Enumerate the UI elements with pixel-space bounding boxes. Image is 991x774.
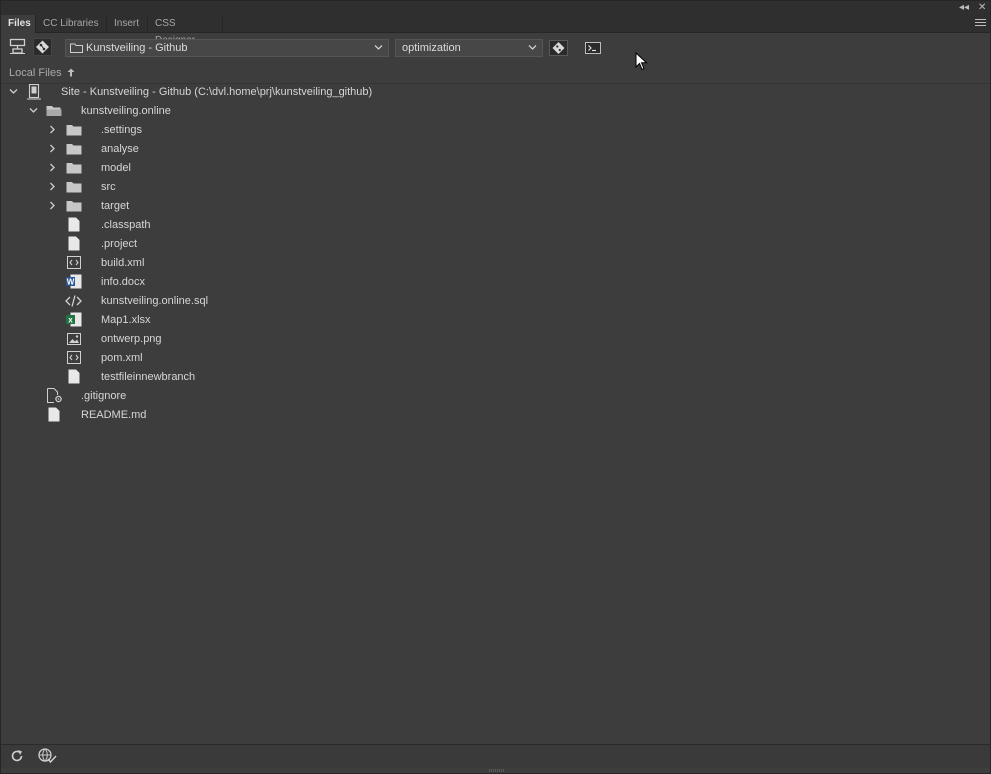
globe-check-icon[interactable] bbox=[38, 748, 57, 764]
local-files-header[interactable]: Local Files bbox=[1, 63, 990, 84]
tree-row-file[interactable]: .classpath bbox=[1, 216, 990, 235]
connect-remote-icon[interactable] bbox=[9, 38, 26, 55]
branch-select[interactable]: optimization bbox=[395, 39, 543, 57]
local-files-label: Local Files bbox=[9, 67, 62, 79]
folder-icon bbox=[66, 163, 82, 174]
git-icon bbox=[552, 42, 565, 54]
folder-label: analyse bbox=[101, 143, 139, 155]
folder-icon bbox=[66, 182, 82, 193]
file-label: build.xml bbox=[101, 257, 145, 269]
file-label: testfileinnewbranch bbox=[101, 371, 196, 383]
tree-row-file[interactable]: .gitignore bbox=[1, 387, 990, 406]
file-label: Map1.xlsx bbox=[101, 314, 151, 326]
file-icon bbox=[68, 217, 80, 232]
tree-row-file[interactable]: kunstveiling.online.sql bbox=[1, 292, 990, 311]
site-select-value: Kunstveiling - Github bbox=[86, 42, 188, 54]
file-label: README.md bbox=[81, 409, 147, 421]
chevron-down-icon bbox=[374, 45, 383, 50]
image-file-icon bbox=[67, 333, 81, 345]
folder-open-icon bbox=[46, 106, 62, 116]
tree-row-file[interactable]: README.md bbox=[1, 406, 990, 425]
chevron-right-icon[interactable] bbox=[49, 125, 56, 134]
sort-up-arrow-icon[interactable] bbox=[67, 68, 75, 77]
tab-files[interactable]: Files bbox=[1, 15, 36, 33]
tree-row-folder[interactable]: target bbox=[1, 197, 990, 216]
chevron-down-icon[interactable] bbox=[9, 88, 18, 95]
site-icon bbox=[27, 84, 41, 100]
folder-label: .settings bbox=[101, 124, 142, 136]
file-label: kunstveiling.online.sql bbox=[101, 295, 209, 307]
tree-row-file[interactable]: .project bbox=[1, 235, 990, 254]
files-panel: ◂◂ ✕ Files CC Libraries Insert CSS Desig… bbox=[0, 0, 991, 774]
word-file-icon: W bbox=[66, 274, 82, 289]
file-label: ontwerp.png bbox=[101, 333, 162, 345]
tab-bar: Files CC Libraries Insert CSS Designer bbox=[1, 15, 990, 46]
folder-icon bbox=[70, 43, 83, 53]
mouse-cursor-icon bbox=[635, 52, 648, 71]
folder-icon bbox=[66, 144, 82, 155]
close-icon[interactable]: ✕ bbox=[978, 2, 986, 14]
tree-row-folder[interactable]: analyse bbox=[1, 140, 990, 159]
tree-row-file[interactable]: pom.xml bbox=[1, 349, 990, 368]
xml-file-icon bbox=[67, 256, 81, 269]
folder-icon bbox=[66, 125, 82, 136]
file-label: .project bbox=[101, 238, 138, 250]
site-select[interactable]: Kunstveiling - Github bbox=[65, 39, 389, 57]
git-button[interactable] bbox=[33, 38, 52, 56]
settings-file-icon bbox=[47, 388, 62, 403]
collapse-icon[interactable]: ◂◂ bbox=[959, 2, 969, 14]
chevron-right-icon[interactable] bbox=[49, 201, 56, 210]
chevron-right-icon[interactable] bbox=[49, 144, 56, 153]
excel-file-icon: x bbox=[66, 312, 82, 327]
status-bar bbox=[1, 744, 990, 768]
folder-label: target bbox=[101, 200, 130, 212]
git-icon bbox=[36, 40, 49, 54]
project-folder-label: kunstveiling.online bbox=[81, 105, 171, 117]
site-root-label: Site - Kunstveiling - Github (C:\dvl.hom… bbox=[61, 86, 373, 98]
code-file-icon bbox=[65, 295, 82, 307]
tree-row-folder[interactable]: model bbox=[1, 159, 990, 178]
refresh-icon[interactable] bbox=[10, 749, 24, 763]
resize-grip[interactable] bbox=[489, 769, 505, 772]
tree-row-file[interactable]: build.xml bbox=[1, 254, 990, 273]
tab-insert[interactable]: Insert bbox=[107, 15, 148, 32]
chevron-right-icon[interactable] bbox=[49, 182, 56, 191]
tree-row-file[interactable]: testfileinnewbranch bbox=[1, 368, 990, 387]
xml-file-icon bbox=[67, 351, 81, 364]
chevron-down-icon[interactable] bbox=[29, 107, 38, 114]
tree-row-folder[interactable]: .settings bbox=[1, 121, 990, 140]
file-icon bbox=[48, 407, 60, 422]
tree-row-project-folder[interactable]: kunstveiling.online bbox=[1, 102, 990, 121]
file-label: .classpath bbox=[101, 219, 151, 231]
tab-cc-libraries[interactable]: CC Libraries bbox=[36, 15, 107, 32]
file-label: .gitignore bbox=[81, 390, 127, 402]
tab-css-designer[interactable]: CSS Designer bbox=[148, 15, 223, 46]
chevron-down-icon bbox=[528, 45, 537, 50]
tree-row-file[interactable]: x Map1.xlsx bbox=[1, 311, 990, 330]
tree-row-site-root[interactable]: Site - Kunstveiling - Github (C:\dvl.hom… bbox=[1, 83, 990, 102]
git-operations-button[interactable] bbox=[549, 40, 568, 56]
folder-icon bbox=[66, 201, 82, 212]
terminal-icon[interactable] bbox=[585, 42, 601, 54]
tree-row-file[interactable]: ontwerp.png bbox=[1, 330, 990, 349]
panel-menu-icon[interactable] bbox=[975, 17, 986, 28]
folder-label: model bbox=[101, 162, 131, 174]
folder-label: src bbox=[101, 181, 116, 193]
file-icon bbox=[68, 369, 80, 384]
branch-select-value: optimization bbox=[402, 42, 461, 54]
tree-row-folder[interactable]: src bbox=[1, 178, 990, 197]
file-label: pom.xml bbox=[101, 352, 143, 364]
tree-row-file[interactable]: W info.docx bbox=[1, 273, 990, 292]
file-icon bbox=[68, 236, 80, 251]
svg-text:W: W bbox=[67, 278, 75, 287]
svg-text:x: x bbox=[68, 316, 73, 325]
panel-title-strip: ◂◂ ✕ bbox=[1, 1, 990, 15]
chevron-right-icon[interactable] bbox=[49, 163, 56, 172]
file-label: info.docx bbox=[101, 276, 146, 288]
